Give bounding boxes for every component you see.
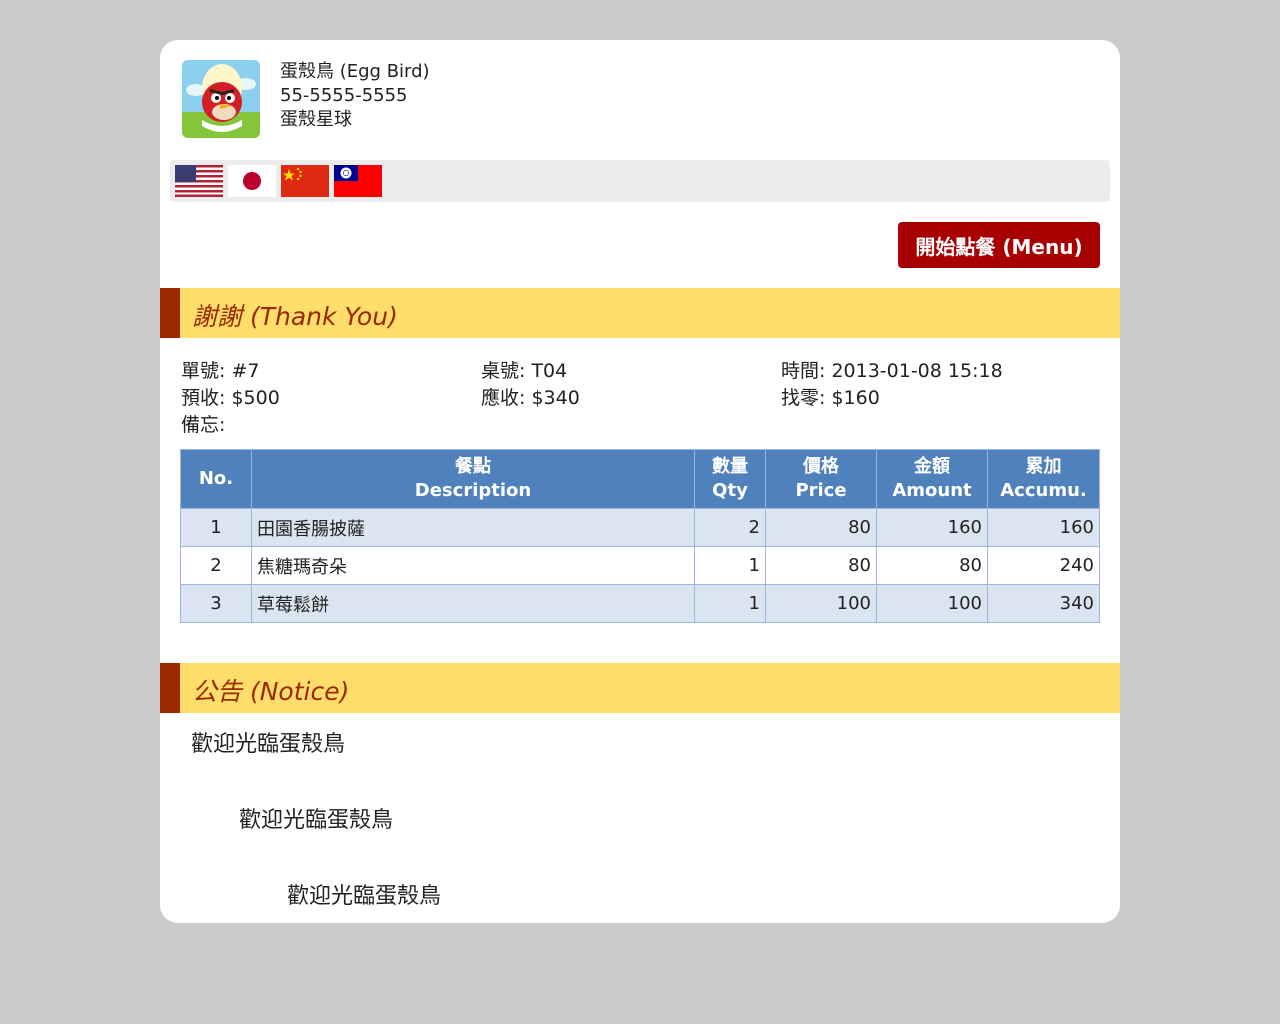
item-accumulated: 240 [987, 546, 1100, 585]
angry-bird-egg-logo-icon [182, 60, 260, 138]
item-no: 2 [180, 546, 252, 585]
item-amount: 100 [876, 584, 988, 623]
japan-flag-icon[interactable] [228, 165, 276, 197]
order-number: 單號: #7 [181, 360, 260, 382]
change-amount: 找零: $160 [781, 387, 880, 409]
notice-title: 公告 (Notice) [192, 677, 350, 706]
item-no: 1 [180, 508, 252, 547]
col-qty: 數量 Qty [694, 449, 766, 509]
section-accent-bar [160, 663, 180, 713]
language-bar [170, 160, 1110, 202]
section-accent-bar [160, 288, 180, 338]
item-price: 100 [765, 584, 877, 623]
us-flag-icon[interactable] [175, 165, 223, 197]
col-accumulated: 累加 Accumu. [987, 449, 1100, 509]
item-description: 草莓鬆餅 [251, 584, 695, 623]
notice-line: 歡迎光臨蛋殼鳥 [239, 808, 394, 833]
prepaid-amount: 預收: $500 [181, 387, 280, 409]
china-flag-icon[interactable] [281, 165, 329, 197]
item-qty: 2 [694, 508, 766, 547]
item-no: 3 [180, 584, 252, 623]
shop-name: 蛋殼鳥 (Egg Bird) [280, 61, 430, 82]
item-accumulated: 340 [987, 584, 1100, 623]
item-qty: 1 [694, 584, 766, 623]
thank-you-section-header: 謝謝 (Thank You) [160, 288, 1120, 338]
taiwan-flag-icon[interactable] [334, 165, 382, 197]
order-time: 時間: 2013-01-08 15:18 [781, 360, 1003, 382]
shop-header: 蛋殼鳥 (Egg Bird) 55-5555-5555 蛋殼星球 [160, 40, 1120, 150]
notice-section-header: 公告 (Notice) [160, 663, 1120, 713]
table-header-row: No. 餐點 Description 數量 Qty 價格 Price 金額 Amount… [180, 449, 1100, 509]
col-no: No. [180, 449, 252, 509]
table-row: 3 草莓鬆餅 1 100 100 340 [180, 584, 1100, 623]
item-description: 田園香腸披薩 [251, 508, 695, 547]
item-price: 80 [765, 508, 877, 547]
memo: 備忘: [181, 414, 226, 436]
item-accumulated: 160 [987, 508, 1100, 547]
col-description: 餐點 Description [251, 449, 695, 509]
table-number: 桌號: T04 [481, 360, 568, 382]
item-amount: 160 [876, 508, 988, 547]
thank-you-title: 謝謝 (Thank You) [192, 302, 398, 331]
item-qty: 1 [694, 546, 766, 585]
notice-line: 歡迎光臨蛋殼鳥 [287, 884, 442, 909]
amount-due: 應收: $340 [481, 387, 580, 409]
order-items-table: No. 餐點 Description 數量 Qty 價格 Price 金額 Amount… [180, 449, 1100, 623]
table-row: 1 田園香腸披薩 2 80 160 160 [180, 508, 1100, 547]
item-description: 焦糖瑪奇朵 [251, 546, 695, 585]
notice-line: 歡迎光臨蛋殼鳥 [191, 732, 346, 757]
col-price: 價格 Price [765, 449, 877, 509]
shop-address: 蛋殼星球 [280, 109, 352, 130]
col-amount: 金額 Amount [876, 449, 988, 509]
shop-info: 蛋殼鳥 (Egg Bird) 55-5555-5555 蛋殼星球 [280, 60, 430, 132]
item-amount: 80 [876, 546, 988, 585]
table-row: 2 焦糖瑪奇朵 1 80 80 240 [180, 546, 1100, 585]
item-price: 80 [765, 546, 877, 585]
receipt-card: 蛋殼鳥 (Egg Bird) 55-5555-5555 蛋殼星球 開始點餐 (M… [160, 40, 1120, 923]
start-order-menu-button[interactable]: 開始點餐 (Menu) [898, 222, 1100, 268]
shop-phone: 55-5555-5555 [280, 85, 408, 106]
